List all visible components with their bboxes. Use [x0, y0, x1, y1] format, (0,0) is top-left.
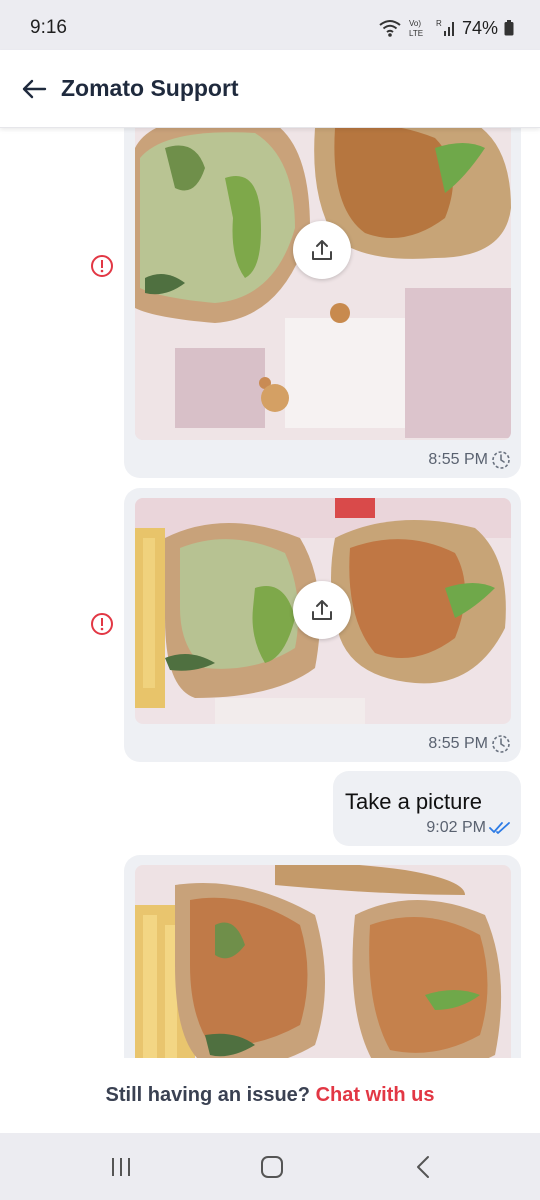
image-message-bubble[interactable]: 8:55 PM — [124, 488, 521, 762]
recent-apps-button[interactable] — [101, 1153, 141, 1181]
upload-icon — [312, 600, 332, 620]
message-time: 8:55 PM — [428, 451, 488, 468]
error-icon[interactable] — [90, 254, 114, 278]
pending-clock-icon — [492, 451, 510, 469]
message-meta: 8:55 PM — [428, 734, 511, 754]
svg-text:Vo): Vo) — [409, 19, 421, 28]
svg-text:LTE: LTE — [409, 29, 423, 38]
message-meta: 9:02 PM — [426, 819, 511, 837]
app-header: Zomato Support — [0, 50, 540, 128]
upload-icon — [312, 240, 332, 260]
message-time: 9:02 PM — [426, 819, 486, 836]
food-photo[interactable] — [135, 865, 511, 1058]
back-button[interactable] — [18, 74, 50, 104]
home-button[interactable] — [252, 1153, 292, 1181]
food-photo-image — [135, 128, 511, 440]
text-message-bubble[interactable]: Take a picture 9:02 PM — [333, 771, 521, 846]
chat-area[interactable]: 8:55 PM 8:55 PM Take a picture 9:02 PM — [0, 128, 540, 1058]
wifi-icon — [379, 20, 401, 37]
chat-with-us-link[interactable]: Chat with us — [316, 1084, 435, 1106]
home-icon — [261, 1156, 283, 1178]
upload-button[interactable] — [293, 221, 351, 279]
system-back-button[interactable] — [404, 1153, 444, 1181]
upload-button[interactable] — [293, 581, 351, 639]
food-photo[interactable] — [135, 128, 511, 440]
arrow-left-icon — [22, 79, 47, 99]
message-text: Take a picture — [345, 789, 482, 814]
food-photo-image — [135, 865, 511, 1058]
image-message-bubble[interactable] — [124, 855, 521, 1058]
footer-question: Still having an issue? — [105, 1084, 316, 1106]
signal-icon: R — [436, 19, 454, 36]
battery-icon — [504, 20, 514, 36]
page-title: Zomato Support — [61, 75, 239, 101]
footer-text: Still having an issue? Chat with us — [0, 1084, 540, 1107]
back-chevron-icon — [417, 1156, 429, 1178]
double-check-icon — [489, 822, 510, 834]
footer-bar: Still having an issue? Chat with us — [0, 1058, 540, 1133]
battery-percent: 74% — [461, 17, 498, 38]
svg-text:R: R — [436, 19, 442, 28]
error-icon[interactable] — [90, 612, 114, 636]
message-meta: 8:55 PM — [428, 450, 511, 470]
message-time: 8:55 PM — [428, 735, 488, 752]
status-time: 9:16 — [30, 17, 67, 38]
status-bar: 9:16 Vo) LTE R 74% — [0, 0, 540, 50]
recent-apps-icon — [112, 1158, 130, 1176]
image-message-bubble[interactable]: 8:55 PM — [124, 128, 521, 478]
status-icons: Vo) LTE R 74% — [378, 17, 514, 39]
system-nav-bar — [0, 1133, 540, 1200]
lte-icon: Vo) LTE — [409, 19, 423, 38]
pending-clock-icon — [492, 735, 510, 753]
